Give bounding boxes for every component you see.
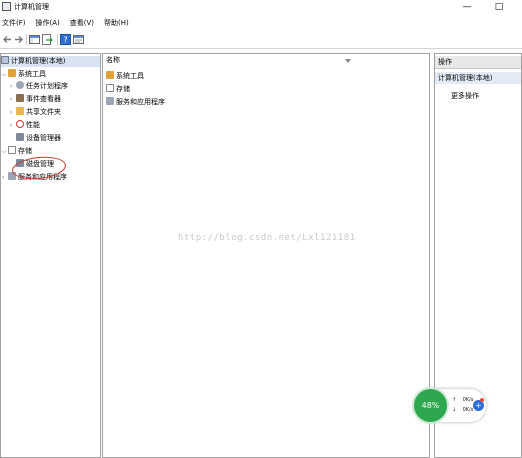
actions-section-title[interactable]: 计算机管理(本地)	[435, 72, 521, 84]
menu-bar: 文件(F) 操作(A) 查看(V) 帮助(H)	[0, 17, 522, 30]
help-icon[interactable]: ?	[60, 34, 71, 45]
event-viewer-icon	[16, 94, 24, 102]
tree-item-task-scheduler[interactable]: › 任务计划程序	[10, 81, 68, 92]
maximize-button[interactable]: □	[484, 0, 514, 14]
window-title: 计算机管理	[14, 3, 49, 11]
column-header-name[interactable]: 名称	[103, 54, 429, 66]
tools-icon	[8, 69, 16, 77]
svg-text:?: ?	[63, 36, 67, 45]
tree-item-shared-folders[interactable]: › 共享文件夹	[10, 107, 61, 118]
tree-item-event-viewer[interactable]: › 事件查看器	[10, 94, 61, 105]
chevron-right-icon[interactable]: ›	[10, 120, 16, 131]
menu-help[interactable]: 帮助(H)	[104, 17, 129, 30]
more-actions-link[interactable]: 更多操作	[451, 90, 479, 102]
watermark: http://blog.csdn.net/Lxl121181	[178, 233, 356, 243]
results-pane: 名称 系统工具 存储 服务和应用程序	[102, 53, 430, 458]
list-item[interactable]: 系统工具	[106, 71, 144, 82]
menu-file[interactable]: 文件(F)	[2, 17, 26, 30]
sort-arrow-icon	[345, 59, 351, 63]
tree-item-storage[interactable]: ⌵ 存储	[2, 146, 32, 157]
console-tree: 计算机管理(本地) ⌵ 系统工具 › 任务计划程序 › 事件查看器 › 共享文件夹 › 性…	[0, 53, 101, 458]
properties-icon[interactable]	[73, 34, 84, 45]
tools-icon	[106, 71, 114, 79]
menu-action[interactable]: 操作(A)	[36, 17, 60, 30]
forward-icon[interactable]	[13, 34, 24, 45]
notification-dot	[480, 398, 484, 402]
tree-item-system-tools[interactable]: ⌵ 系统工具	[2, 69, 46, 80]
computer-icon	[1, 56, 9, 64]
memory-gauge[interactable]: 48%	[414, 389, 447, 422]
show-hide-tree-icon[interactable]	[29, 34, 40, 45]
download-speed: ↓ 0K/s	[452, 407, 474, 413]
tree-item-performance[interactable]: › 性能	[10, 120, 40, 131]
clock-icon	[16, 81, 24, 89]
services-icon	[106, 97, 114, 105]
back-icon[interactable]	[2, 34, 13, 45]
toolbar: ?	[0, 31, 522, 49]
tree-root[interactable]: 计算机管理(本地)	[1, 56, 100, 67]
menu-view[interactable]: 查看(V)	[70, 17, 94, 30]
export-list-icon[interactable]	[42, 34, 53, 45]
list-item[interactable]: 存储	[106, 84, 130, 95]
actions-header: 操作	[435, 56, 521, 69]
storage-icon	[106, 84, 114, 92]
minimize-button[interactable]: —	[452, 0, 482, 14]
shared-folder-icon	[16, 107, 24, 115]
device-manager-icon	[16, 133, 24, 141]
title-bar: 计算机管理 — □	[0, 0, 522, 16]
list-item[interactable]: 服务和应用程序	[106, 97, 165, 108]
upload-speed: ↑ 0K/s	[452, 397, 474, 403]
network-speed-widget[interactable]: 48% ↑ 0K/s ↓ 0K/s +	[414, 389, 486, 422]
chevron-right-icon[interactable]: ›	[10, 81, 16, 92]
performance-icon	[16, 120, 24, 128]
storage-icon	[8, 146, 16, 154]
tree-item-device-manager[interactable]: 设备管理器	[16, 133, 61, 144]
computer-management-icon	[2, 2, 11, 11]
